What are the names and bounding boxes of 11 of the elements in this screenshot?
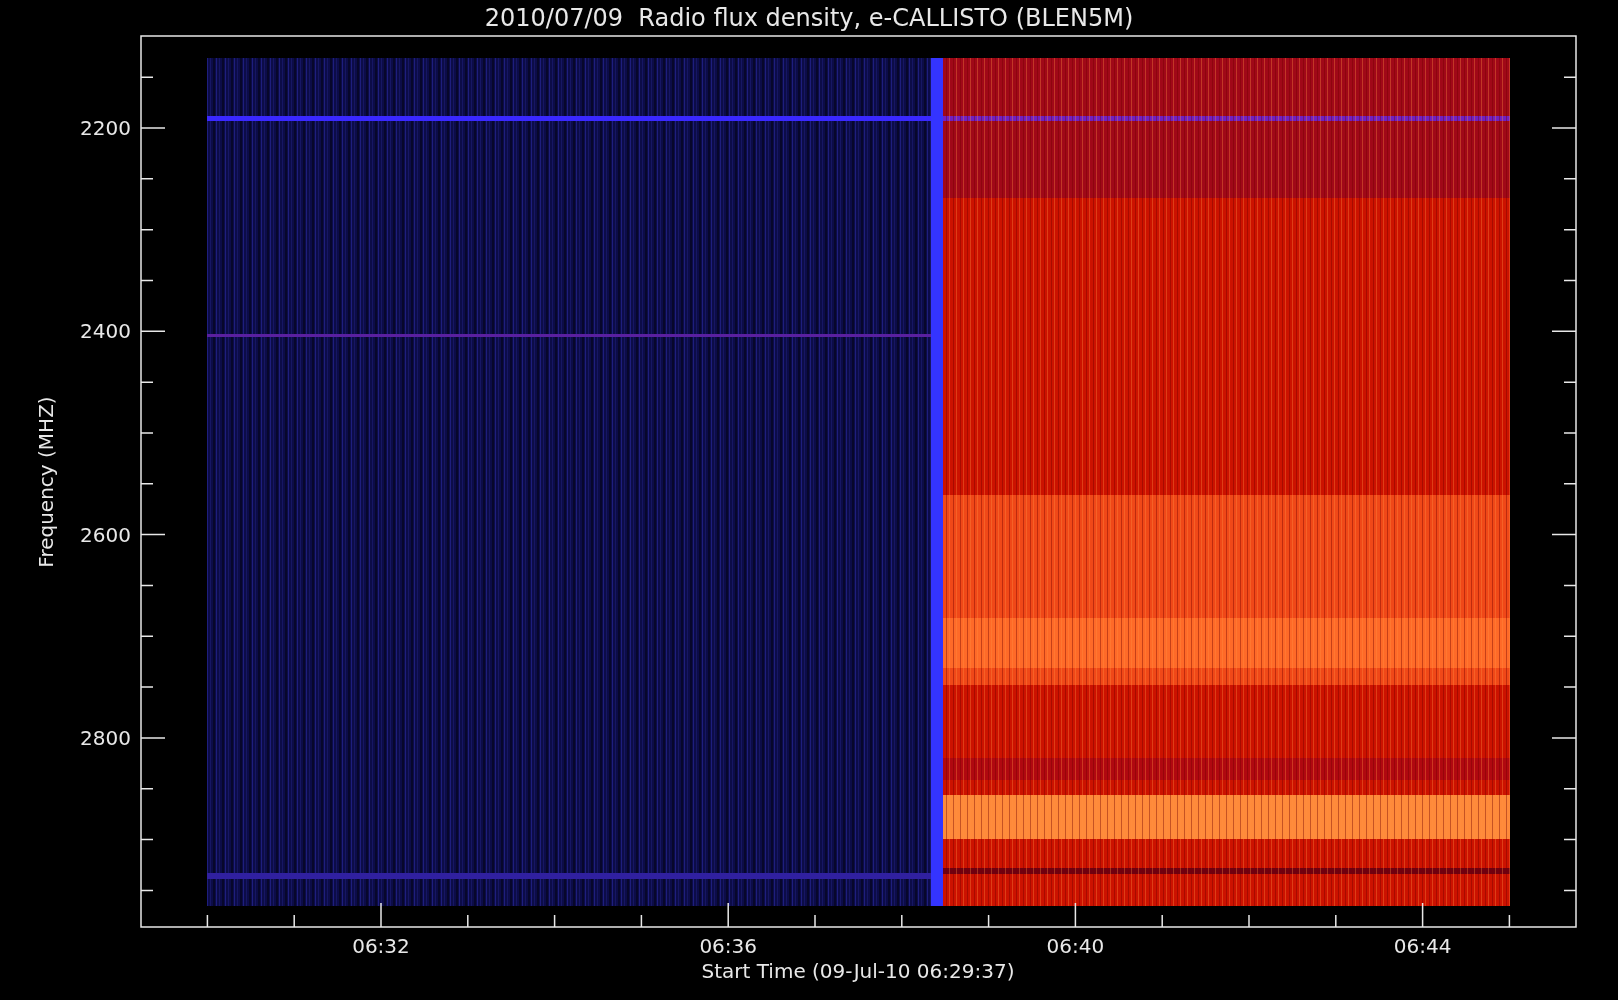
x-tick-label: 06:36 xyxy=(699,934,757,958)
y-axis-label: Frequency (MHZ) xyxy=(34,396,58,568)
y-tick-label: 2200 xyxy=(80,116,131,140)
x-tick-label: 06:40 xyxy=(1046,934,1105,958)
y-tick-label: 2600 xyxy=(80,522,131,547)
x-axis-label: Start Time (09-Jul-10 06:29:37) xyxy=(701,959,1015,983)
x-tick-label: 06:32 xyxy=(352,934,410,958)
x-tick-label: 06:44 xyxy=(1393,934,1452,958)
y-tick-label: 2400 xyxy=(80,319,131,344)
chart-title: 2010/07/09 Radio flux density, e-CALLISTO (BLEN5M) xyxy=(484,4,1134,32)
y-tick-label: 2800 xyxy=(80,725,131,750)
